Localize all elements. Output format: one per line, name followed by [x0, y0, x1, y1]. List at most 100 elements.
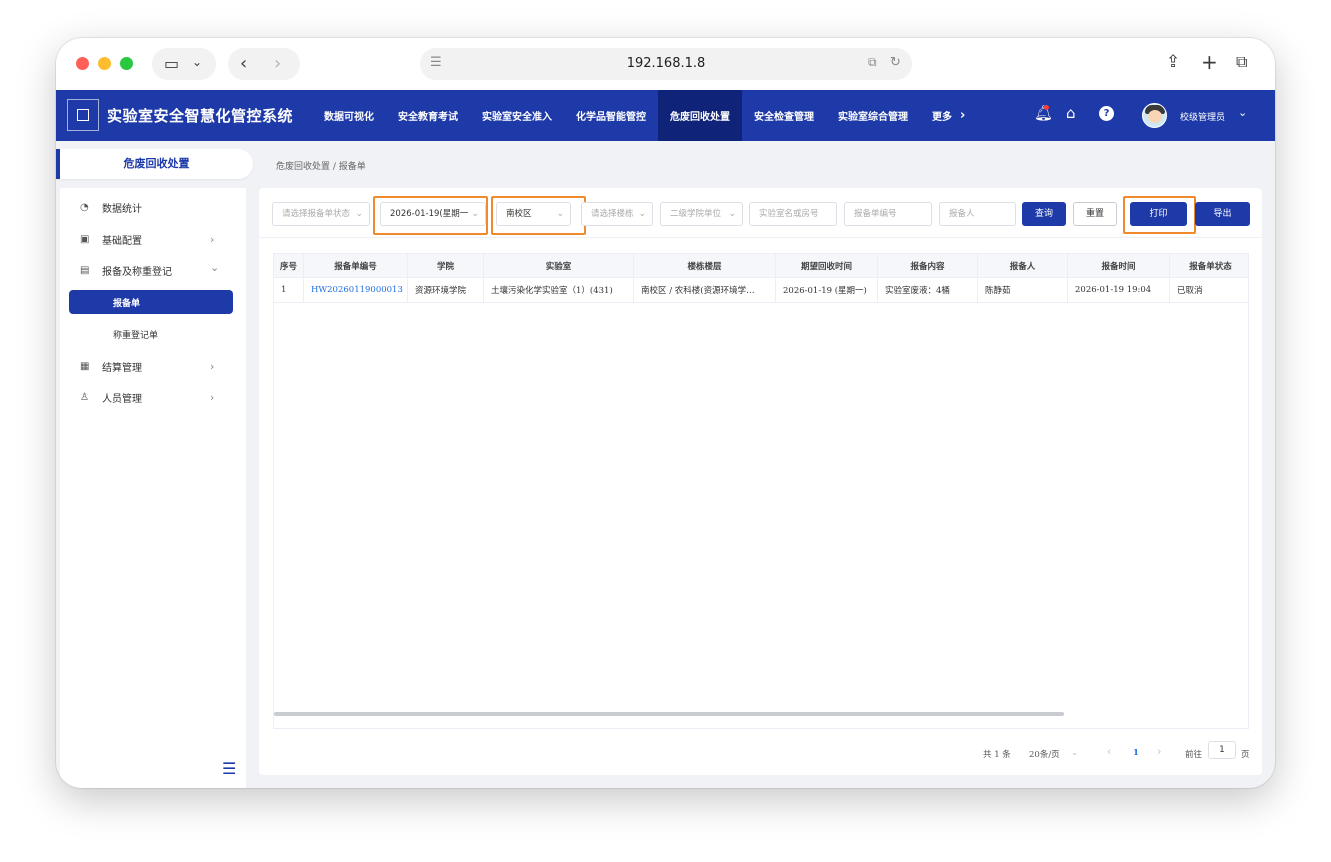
- monitor-icon: ▣: [80, 233, 90, 245]
- sidebar-item-personnel[interactable]: ♙ 人员管理 ›: [60, 383, 246, 411]
- table-cell: 已取消: [1170, 278, 1248, 302]
- building-select[interactable]: 请选择楼栋 ⌄: [581, 202, 653, 226]
- report-no-link[interactable]: HW20260119000013: [304, 278, 408, 302]
- sidebar-item-label: 数据统计: [102, 203, 142, 215]
- sidebar-subitem-report-form[interactable]: 报备单: [69, 290, 233, 314]
- sidebar-menu: ◔ 数据统计 ▣ 基础配置 › ▤ 报备及称重登记 ⌄ 报备单 称重登记单 ▦ …: [60, 188, 246, 788]
- nav-safety-inspection[interactable]: 安全检查管理: [742, 90, 826, 141]
- column-header: 序号: [274, 254, 304, 277]
- reset-button[interactable]: 重置: [1073, 202, 1117, 226]
- sidebar-icon: ▭: [164, 54, 180, 73]
- top-nav: 数据可视化 安全教育考试 实验室安全准入 化学品智能管控 危废回收处置 安全检查…: [312, 90, 977, 141]
- status-select-placeholder: 请选择报备单状态: [282, 209, 351, 219]
- notification-dot: [1044, 105, 1049, 110]
- nav-lab-management[interactable]: 实验室综合管理: [826, 90, 920, 141]
- reload-icon[interactable]: ↻: [890, 56, 901, 69]
- chevron-down-icon[interactable]: ⌄: [1071, 748, 1078, 758]
- sidebar-item-label: 结算管理: [102, 362, 142, 374]
- chevron-right-icon: ›: [210, 359, 215, 373]
- collapse-menu-icon[interactable]: ☰: [222, 759, 236, 778]
- goto-label: 前往: [1185, 750, 1203, 760]
- close-window-button[interactable]: [76, 57, 89, 70]
- building-select-placeholder: 请选择楼栋: [591, 209, 634, 219]
- chevron-right-icon: ›: [960, 108, 966, 123]
- calculator-icon: ▦: [80, 360, 90, 372]
- logo-icon: [77, 109, 89, 121]
- tabs-overview-icon[interactable]: ⧉: [1236, 54, 1247, 70]
- export-button[interactable]: 导出: [1195, 202, 1250, 226]
- nav-lab-access[interactable]: 实验室安全准入: [470, 90, 564, 141]
- current-page[interactable]: 1: [1133, 748, 1139, 758]
- address-bar[interactable]: ☰ 192.168.1.8 ⧉ ↻: [420, 48, 912, 80]
- table-cell: 2026-01-19 (星期一): [776, 278, 878, 302]
- lab-input[interactable]: 实验室名或房号: [749, 202, 837, 226]
- table-cell: 南校区 / 农科楼(资源环境学…: [634, 278, 776, 302]
- maximize-window-button[interactable]: [120, 57, 133, 70]
- nav-safety-education[interactable]: 安全教育考试: [386, 90, 470, 141]
- chevron-down-icon: ⌄: [210, 261, 220, 274]
- report-no-input[interactable]: 报备单编号: [844, 202, 932, 226]
- next-page-icon[interactable]: ›: [1157, 745, 1161, 758]
- browser-toolbar: ▭ ⌄ ‹ › ☰ 192.168.1.8 ⧉ ↻ ⇪ + ⧉: [56, 38, 1275, 90]
- nav-chemical-control[interactable]: 化学品智能管控: [564, 90, 658, 141]
- sidebar-item-label: 报备及称重登记: [102, 266, 172, 278]
- column-header: 期望回收时间: [776, 254, 878, 277]
- reporter-input[interactable]: 报备人: [939, 202, 1016, 226]
- goto-page-input[interactable]: 1: [1208, 741, 1236, 759]
- document-icon: ▤: [80, 264, 90, 276]
- column-header: 报备单编号: [304, 254, 408, 277]
- reporter-input-placeholder: 报备人: [949, 209, 975, 219]
- table-row[interactable]: 1 HW20260119000013 资源环境学院 土壤污染化学实验室（1）(4…: [274, 278, 1248, 303]
- filter-bar: 请选择报备单状态 ⌄ 2026-01-19(星期一 ⌄ 南校区 ⌄ 请选择楼栋 ⌄ 二级…: [259, 188, 1262, 238]
- translate-icon[interactable]: ⧉: [868, 56, 877, 68]
- nav-data-visualization[interactable]: 数据可视化: [312, 90, 386, 141]
- share-icon[interactable]: ⇪: [1166, 54, 1180, 71]
- sidebar-subitem-weighing-form[interactable]: 称重登记单: [69, 322, 233, 346]
- app-title: 实验室安全智慧化管控系统: [107, 107, 294, 125]
- sidebar-item-settlement[interactable]: ▦ 结算管理 ›: [60, 352, 246, 380]
- table-cell: 陈静茹: [978, 278, 1068, 302]
- help-icon[interactable]: ?: [1099, 106, 1114, 121]
- new-tab-icon[interactable]: +: [1201, 52, 1218, 72]
- history-nav: ‹ ›: [228, 48, 300, 80]
- chevron-down-icon[interactable]: ⌄: [1238, 106, 1247, 119]
- address-text: 192.168.1.8: [626, 56, 706, 71]
- report-no-input-placeholder: 报备单编号: [854, 209, 897, 219]
- minimize-window-button[interactable]: [98, 57, 111, 70]
- nav-more[interactable]: 更多 ›: [920, 90, 977, 141]
- page-suffix: 页: [1241, 750, 1250, 760]
- report-table: 序号 报备单编号 学院 实验室 楼栋楼层 期望回收时间 报备内容 报备人 报备时…: [273, 253, 1249, 729]
- column-header: 报备人: [978, 254, 1068, 277]
- home-icon[interactable]: ⌂: [1066, 106, 1076, 121]
- sidebar-section-title: 危废回收处置: [56, 149, 253, 179]
- table-cell: 1: [274, 278, 304, 302]
- sidebar-toggle-button[interactable]: ▭ ⌄: [152, 48, 216, 80]
- column-header: 报备时间: [1068, 254, 1170, 277]
- prev-page-icon[interactable]: ‹: [1107, 745, 1111, 758]
- table-header: 序号 报备单编号 学院 实验室 楼栋楼层 期望回收时间 报备内容 报备人 报备时…: [274, 254, 1248, 278]
- back-icon[interactable]: ‹: [240, 55, 247, 73]
- column-header: 实验室: [484, 254, 634, 277]
- chevron-down-icon: ⌄: [638, 209, 646, 219]
- sidebar-item-label: 人员管理: [102, 393, 142, 405]
- nav-hazardous-waste[interactable]: 危废回收处置: [658, 90, 742, 141]
- column-header: 学院: [408, 254, 484, 277]
- sidebar-item-reporting[interactable]: ▤ 报备及称重登记 ⌄: [60, 256, 246, 284]
- chevron-right-icon: ›: [210, 390, 215, 404]
- unit-select[interactable]: 二级学院单位 ⌄: [660, 202, 743, 226]
- query-button[interactable]: 查询: [1022, 202, 1066, 226]
- horizontal-scrollbar[interactable]: [274, 712, 1064, 716]
- forward-icon[interactable]: ›: [274, 55, 281, 73]
- lab-input-placeholder: 实验室名或房号: [759, 209, 819, 219]
- chevron-down-icon: ⌄: [728, 209, 736, 219]
- status-select[interactable]: 请选择报备单状态 ⌄: [272, 202, 370, 226]
- table-cell: 土壤污染化学实验室（1）(431): [484, 278, 634, 302]
- sidebar-item-statistics[interactable]: ◔ 数据统计: [60, 193, 246, 221]
- avatar[interactable]: [1142, 103, 1167, 128]
- user-name[interactable]: 校级管理员: [1180, 110, 1225, 123]
- table-cell: 实验室废液：4桶: [878, 278, 978, 302]
- sidebar-item-config[interactable]: ▣ 基础配置 ›: [60, 225, 246, 253]
- date-highlight-box: [373, 196, 488, 235]
- page-size-select[interactable]: 20条/页: [1029, 748, 1060, 760]
- column-header: 报备单状态: [1170, 254, 1248, 277]
